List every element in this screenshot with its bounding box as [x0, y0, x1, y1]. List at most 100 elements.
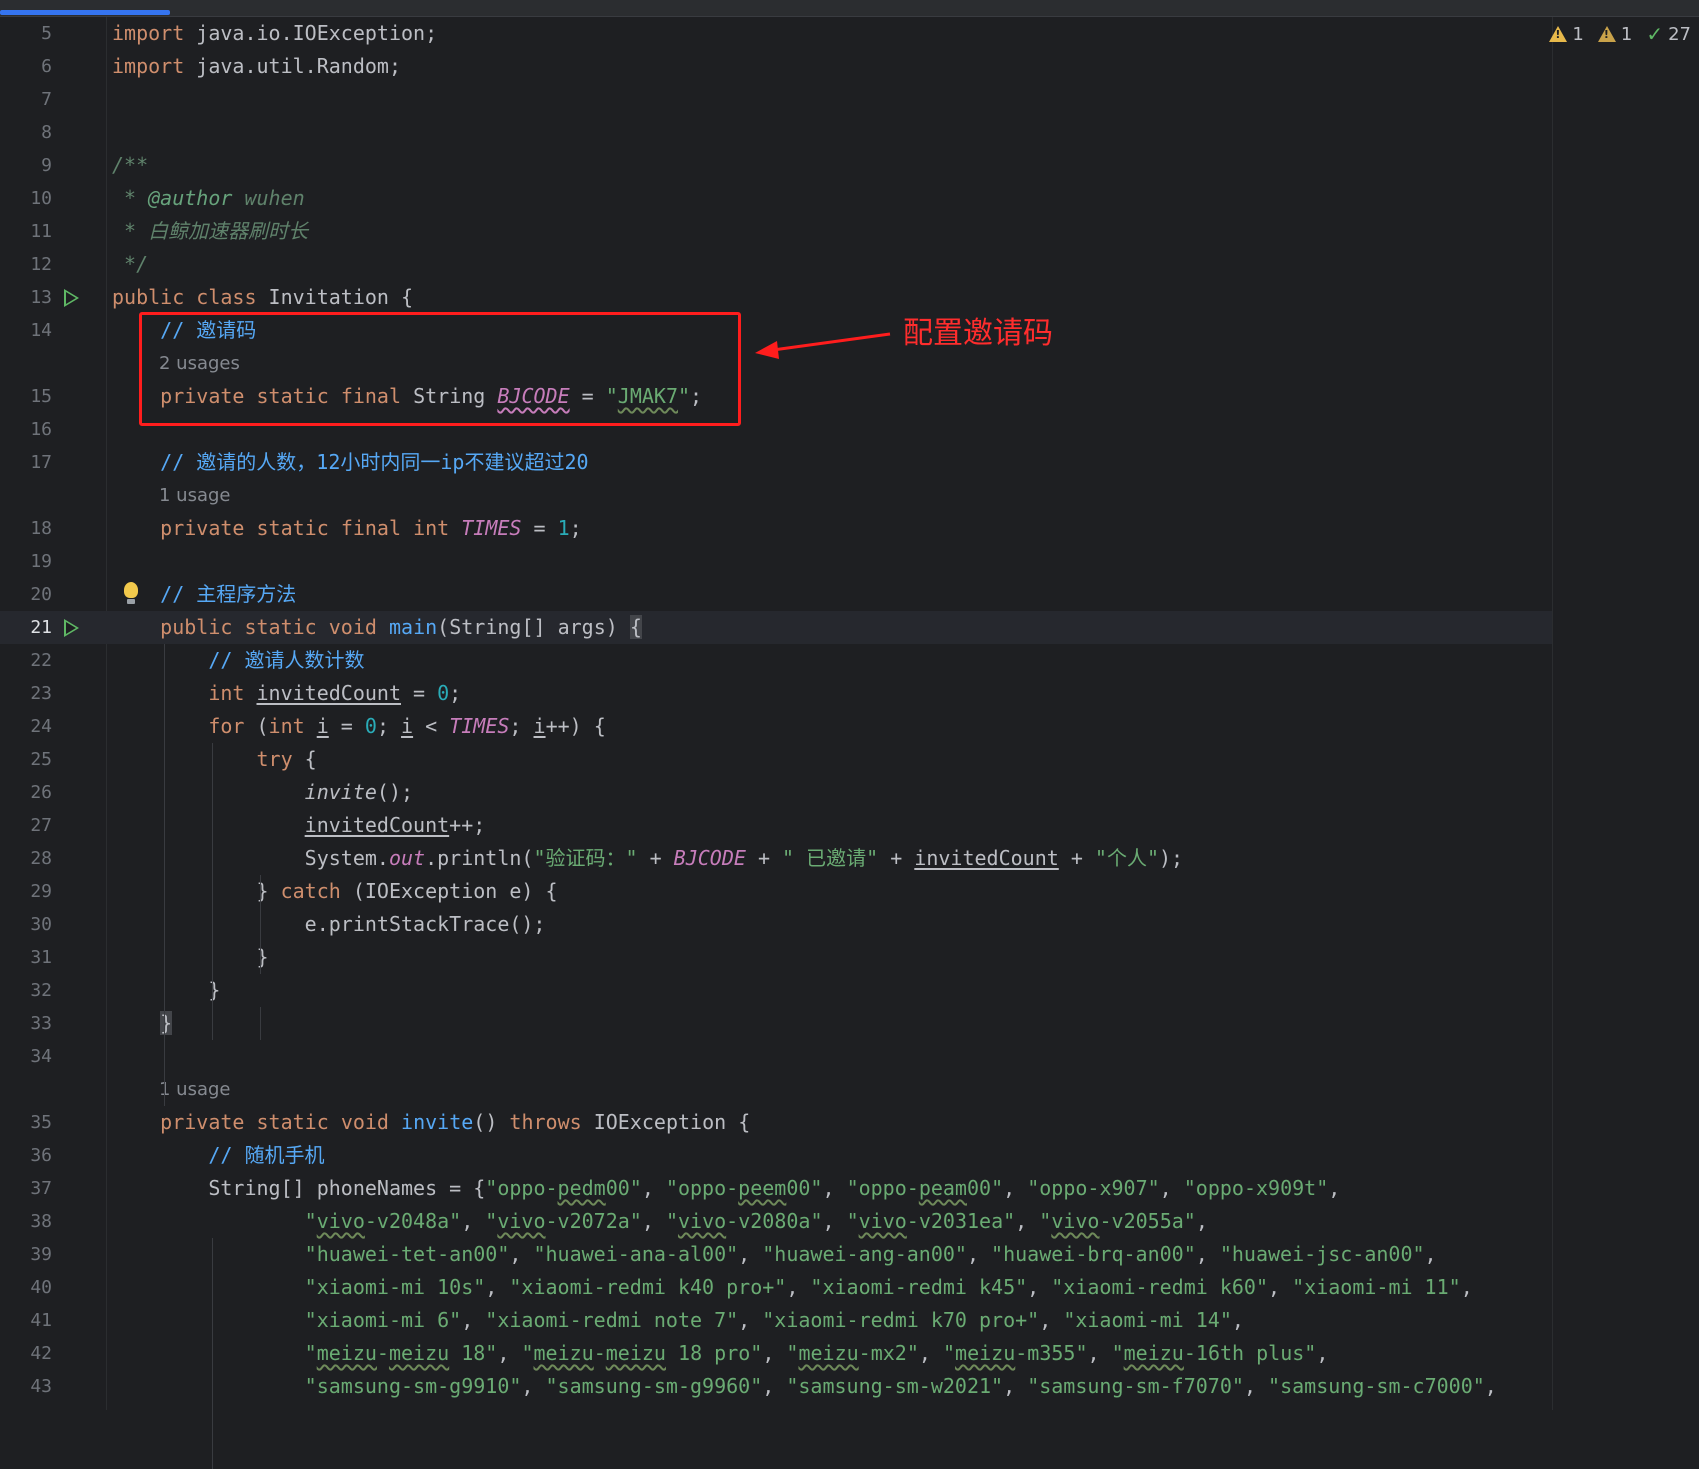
code-line-27[interactable]: 27 invitedCount++;	[0, 809, 1552, 842]
line-number[interactable]: 32	[0, 974, 52, 1007]
line-number[interactable]: 19	[0, 545, 52, 578]
line-number[interactable]: 27	[0, 809, 52, 842]
usages-hint[interactable]: 1 usage	[159, 1073, 231, 1106]
code-line-26[interactable]: 26 invite();	[0, 776, 1552, 809]
code-text[interactable]: } catch (IOException e) {	[112, 875, 557, 908]
code-text[interactable]: * 白鲸加速器刷时长	[112, 215, 308, 248]
code-text[interactable]: "xiaomi-mi 10s", "xiaomi-redmi k40 pro+"…	[112, 1271, 1473, 1304]
code-text[interactable]: for (int i = 0; i < TIMES; i++) {	[112, 710, 605, 743]
line-number[interactable]: 37	[0, 1172, 52, 1205]
code-text[interactable]: "meizu-meizu 18", "meizu-meizu 18 pro", …	[112, 1337, 1329, 1370]
typo-count[interactable]: ✓ 27	[1646, 22, 1691, 46]
code-line-23[interactable]: 23 int invitedCount = 0;	[0, 677, 1552, 710]
code-text[interactable]: System.out.println("验证码：" + BJCODE + " 已…	[112, 842, 1183, 875]
code-line-11[interactable]: 11 * 白鲸加速器刷时长	[0, 215, 1552, 248]
code-text[interactable]: // 邀请人数计数	[112, 644, 364, 677]
line-number[interactable]: 41	[0, 1304, 52, 1337]
code-text[interactable]: // 主程序方法	[112, 578, 296, 611]
code-text[interactable]: import java.util.Random;	[112, 50, 401, 83]
code-line-43[interactable]: 43 "samsung-sm-g9910", "samsung-sm-g9960…	[0, 1370, 1552, 1403]
code-line-29[interactable]: 29 } catch (IOException e) {	[0, 875, 1552, 908]
code-line-35[interactable]: 35 private static void invite() throws I…	[0, 1106, 1552, 1139]
line-number[interactable]: 33	[0, 1007, 52, 1040]
line-number[interactable]: 6	[0, 50, 52, 83]
code-line-6[interactable]: 6 import java.util.Random;	[0, 50, 1552, 83]
code-line-17[interactable]: 17 // 邀请的人数，12小时内同一ip不建议超过20	[0, 446, 1552, 479]
code-line-10[interactable]: 10 * @author wuhen	[0, 182, 1552, 215]
line-number[interactable]: 10	[0, 182, 52, 215]
code-line-36[interactable]: 36 // 随机手机	[0, 1139, 1552, 1172]
usage-hint-line[interactable]: 1 usage	[0, 479, 1552, 512]
code-line-32[interactable]: 32 }	[0, 974, 1552, 1007]
line-number[interactable]: 42	[0, 1337, 52, 1370]
run-gutter-icon[interactable]	[64, 619, 79, 637]
code-text[interactable]: String[] phoneNames = {"oppo-pedm00", "o…	[112, 1172, 1340, 1205]
code-line-9[interactable]: 9 /**	[0, 149, 1552, 182]
line-number[interactable]: 9	[0, 149, 52, 182]
code-text[interactable]: public static void main(String[] args) {	[112, 611, 642, 644]
line-number[interactable]: 39	[0, 1238, 52, 1271]
line-number[interactable]: 21	[0, 611, 52, 644]
run-gutter-icon[interactable]	[64, 289, 79, 307]
code-line-7[interactable]: 7	[0, 83, 1552, 116]
line-number[interactable]: 29	[0, 875, 52, 908]
active-tab-indicator[interactable]	[0, 10, 170, 15]
usage-hint-line[interactable]: 1 usage	[0, 1073, 1552, 1106]
code-line-30[interactable]: 30 e.printStackTrace();	[0, 908, 1552, 941]
code-text[interactable]: "xiaomi-mi 6", "xiaomi-redmi note 7", "x…	[112, 1304, 1244, 1337]
code-line-8[interactable]: 8	[0, 116, 1552, 149]
code-line-22[interactable]: 22 // 邀请人数计数	[0, 644, 1552, 677]
code-line-39[interactable]: 39 "huawei-tet-an00", "huawei-ana-al00",…	[0, 1238, 1552, 1271]
line-number[interactable]: 7	[0, 83, 52, 116]
code-line-42[interactable]: 42 "meizu-meizu 18", "meizu-meizu 18 pro…	[0, 1337, 1552, 1370]
code-text[interactable]: invitedCount++;	[112, 809, 486, 842]
line-number[interactable]: 26	[0, 776, 52, 809]
code-text[interactable]: // 随机手机	[112, 1139, 324, 1172]
code-line-20[interactable]: 20 // 主程序方法	[0, 578, 1552, 611]
code-line-31[interactable]: 31 }	[0, 941, 1552, 974]
code-line-37[interactable]: 37 String[] phoneNames = {"oppo-pedm00",…	[0, 1172, 1552, 1205]
code-line-12[interactable]: 12 */	[0, 248, 1552, 281]
line-number[interactable]: 38	[0, 1205, 52, 1238]
code-text[interactable]: public class Invitation {	[112, 281, 413, 314]
line-number[interactable]: 5	[0, 17, 52, 50]
usages-hint[interactable]: 1 usage	[159, 479, 231, 512]
code-text[interactable]: e.printStackTrace();	[112, 908, 546, 941]
code-line-33[interactable]: 33 }	[0, 1007, 1552, 1040]
code-line-38[interactable]: 38 "vivo-v2048a", "vivo-v2072a", "vivo-v…	[0, 1205, 1552, 1238]
code-line-13[interactable]: 13 public class Invitation {	[0, 281, 1552, 314]
lightbulb-icon[interactable]	[124, 582, 138, 604]
line-number[interactable]: 15	[0, 380, 52, 413]
code-text[interactable]: try {	[112, 743, 317, 776]
code-text[interactable]: "huawei-tet-an00", "huawei-ana-al00", "h…	[112, 1238, 1437, 1271]
line-number[interactable]: 13	[0, 281, 52, 314]
code-text[interactable]: private static final int TIMES = 1;	[112, 512, 582, 545]
code-line-25[interactable]: 25 try {	[0, 743, 1552, 776]
code-line-41[interactable]: 41 "xiaomi-mi 6", "xiaomi-redmi note 7",…	[0, 1304, 1552, 1337]
code-text[interactable]: }	[112, 974, 220, 1007]
line-number[interactable]: 36	[0, 1139, 52, 1172]
line-number[interactable]: 35	[0, 1106, 52, 1139]
line-number[interactable]: 23	[0, 677, 52, 710]
weak-warning-count[interactable]: 1	[1597, 24, 1632, 45]
line-number[interactable]: 34	[0, 1040, 52, 1073]
line-number[interactable]: 25	[0, 743, 52, 776]
line-number[interactable]: 20	[0, 578, 52, 611]
code-line-24[interactable]: 24 for (int i = 0; i < TIMES; i++) {	[0, 710, 1552, 743]
code-line-40[interactable]: 40 "xiaomi-mi 10s", "xiaomi-redmi k40 pr…	[0, 1271, 1552, 1304]
code-text[interactable]: import java.io.IOException;	[112, 17, 437, 50]
warning-count[interactable]: 1	[1549, 24, 1584, 45]
code-line-34[interactable]: 34	[0, 1040, 1552, 1073]
code-text[interactable]: }	[112, 941, 268, 974]
code-line-19[interactable]: 19	[0, 545, 1552, 578]
line-number[interactable]: 18	[0, 512, 52, 545]
code-text[interactable]: private static void invite() throws IOEx…	[112, 1106, 750, 1139]
line-number[interactable]: 11	[0, 215, 52, 248]
line-number[interactable]: 43	[0, 1370, 52, 1403]
code-text[interactable]: /**	[112, 149, 148, 182]
line-number[interactable]: 31	[0, 941, 52, 974]
code-text[interactable]: invite();	[112, 776, 413, 809]
line-number[interactable]: 24	[0, 710, 52, 743]
code-text[interactable]: // 邀请的人数，12小时内同一ip不建议超过20	[112, 446, 588, 479]
code-line-28[interactable]: 28 System.out.println("验证码：" + BJCODE + …	[0, 842, 1552, 875]
